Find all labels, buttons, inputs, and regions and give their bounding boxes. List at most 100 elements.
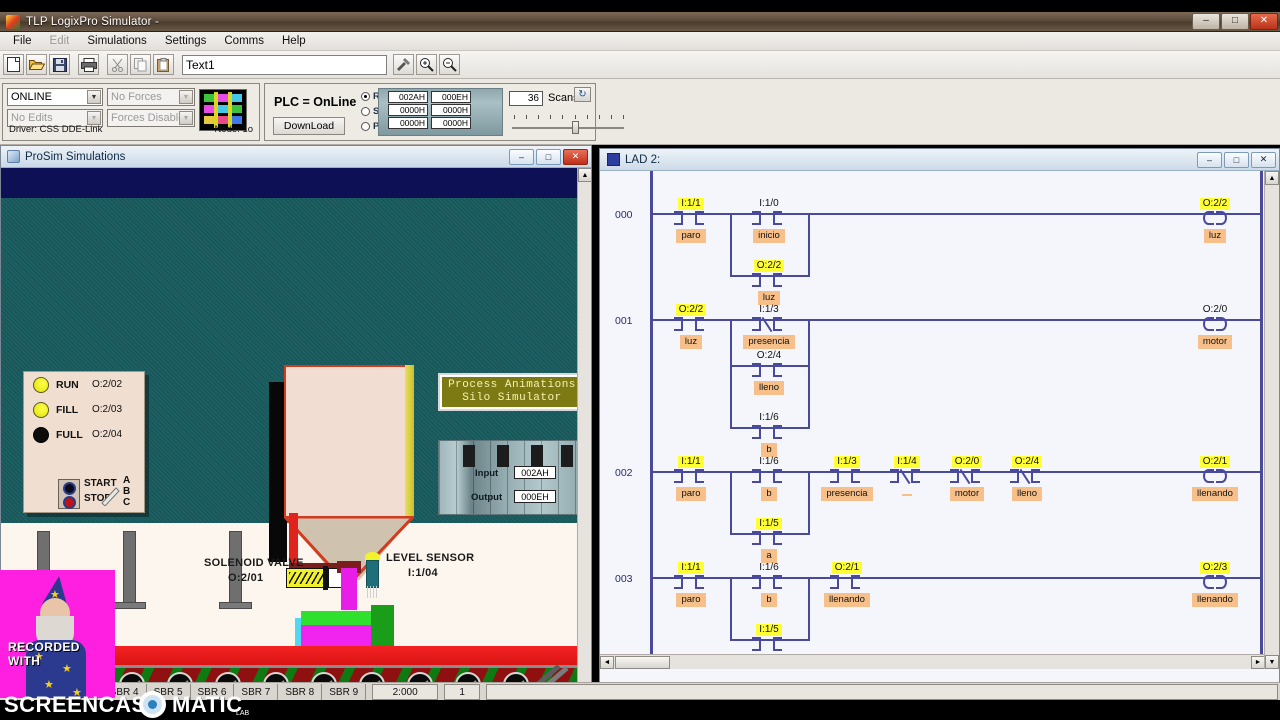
run-lamp-label: RUN xyxy=(56,378,79,391)
zoom-out-icon[interactable] xyxy=(439,54,460,75)
contact-element[interactable]: I:1/6 b xyxy=(740,557,798,607)
contact-element[interactable]: O:2/0 motor xyxy=(938,451,996,501)
xic-contact-icon xyxy=(662,211,720,225)
scroll-left-icon[interactable]: ◄ xyxy=(600,655,614,669)
new-file-icon[interactable] xyxy=(3,54,24,75)
contact-element[interactable]: I:1/4 xyxy=(878,451,936,501)
minimize-button[interactable]: – xyxy=(1192,12,1220,30)
process-animations-plaque: Process Animations Silo Simulator xyxy=(438,373,579,411)
selector-switch[interactable] xyxy=(100,484,122,507)
contact-comment xyxy=(902,494,912,496)
coil-tag: O:2/2 xyxy=(1199,198,1231,210)
save-icon[interactable] xyxy=(49,54,70,75)
ladder-close-button[interactable]: ✕ xyxy=(1251,151,1276,168)
text-label-input[interactable] xyxy=(182,54,387,75)
ladder-rung: 002 I:1/1 paro I:1/6 b I:1/5 a I:1/3 pre… xyxy=(600,429,1265,563)
prosim-minimize-button[interactable]: – xyxy=(509,148,534,165)
contact-element[interactable]: O:2/4 lleno xyxy=(740,345,798,395)
ladder-titlebar: LAD 2: – □ ✕ xyxy=(600,149,1279,171)
prosim-close-button[interactable]: ✕ xyxy=(563,148,588,165)
print-icon[interactable] xyxy=(78,54,99,75)
menu-file[interactable]: File xyxy=(4,33,41,49)
contact-element[interactable]: O:2/4 lleno xyxy=(998,451,1056,501)
zoom-in-icon[interactable] xyxy=(416,54,437,75)
copy-icon[interactable] xyxy=(130,54,151,75)
xic-contact-icon xyxy=(740,363,798,377)
mode-select[interactable]: ONLINE ▼ xyxy=(7,88,103,106)
open-folder-icon[interactable] xyxy=(26,54,47,75)
ladder-canvas: 000 I:1/1 paro I:1/0 inicio O:2/2 luz O:… xyxy=(600,171,1265,669)
menubar: File Edit Simulations Settings Comms Hel… xyxy=(0,32,1280,51)
mode-select-value: ONLINE xyxy=(11,91,52,103)
contact-tag: I:1/6 xyxy=(759,412,779,423)
contact-element[interactable]: I:1/3 presencia xyxy=(740,299,798,349)
contact-tag: O:2/4 xyxy=(1011,456,1043,468)
radio-pgm-icon xyxy=(361,122,370,131)
maximize-button[interactable]: □ xyxy=(1221,12,1249,30)
contact-element[interactable]: I:1/1 paro xyxy=(662,193,720,243)
plc-register-readout: 002AH 000EH 0000H 0000H 0000H 0000H xyxy=(388,91,474,130)
contact-element[interactable]: I:1/1 paro xyxy=(662,451,720,501)
refresh-icon[interactable]: ↻ xyxy=(574,87,591,102)
paste-icon[interactable] xyxy=(153,54,174,75)
contact-element[interactable]: I:1/3 presencia xyxy=(818,451,876,501)
prosim-window-icon xyxy=(7,150,20,163)
start-pushbutton[interactable] xyxy=(62,481,76,495)
scroll-down-icon[interactable]: ▼ xyxy=(1265,655,1279,669)
coil-element[interactable]: O:2/3 llenando xyxy=(1186,557,1244,607)
stop-pushbutton[interactable] xyxy=(62,496,76,509)
contact-element[interactable]: O:2/2 luz xyxy=(662,299,720,349)
contact-tag: I:1/0 xyxy=(759,198,779,209)
menu-simulations[interactable]: Simulations xyxy=(78,33,155,49)
product-stream xyxy=(341,568,357,610)
close-button[interactable]: ✕ xyxy=(1250,12,1278,30)
contact-element[interactable]: I:1/0 inicio xyxy=(740,193,798,243)
contact-element[interactable]: O:2/1 llenando xyxy=(818,557,876,607)
radio-step-icon xyxy=(361,107,370,116)
ote-coil-icon xyxy=(1186,211,1244,225)
scroll-up-icon[interactable]: ▲ xyxy=(1265,171,1279,185)
menu-settings[interactable]: Settings xyxy=(156,33,216,49)
download-button[interactable]: DownLoad xyxy=(273,117,345,135)
menu-comms[interactable]: Comms xyxy=(215,33,273,49)
hscroll-thumb[interactable] xyxy=(615,655,670,669)
xic-contact-icon xyxy=(662,575,720,589)
cut-icon[interactable] xyxy=(107,54,128,75)
register-cell: 002AH xyxy=(388,91,428,103)
ladder-horizontal-scrollbar[interactable]: ◄ ► xyxy=(600,654,1265,669)
ladder-vertical-scrollbar[interactable]: ▲ ▼ xyxy=(1264,171,1279,669)
contact-comment: paro xyxy=(676,593,706,607)
xio-contact-icon xyxy=(740,316,798,333)
chevron-down-icon: ▼ xyxy=(179,90,193,104)
ladder-maximize-button[interactable]: □ xyxy=(1224,151,1249,168)
coil-element[interactable]: O:2/1 llenando xyxy=(1186,451,1244,501)
scroll-right-icon[interactable]: ► xyxy=(1251,655,1265,669)
xic-contact-icon xyxy=(662,469,720,483)
coil-comment: llenando xyxy=(1192,487,1238,501)
contact-element[interactable]: I:1/6 b xyxy=(740,451,798,501)
xic-contact-icon xyxy=(818,575,876,589)
operator-control-panel: RUN O:2/02 FILL O:2/03 FULL O:2/04 START… xyxy=(23,371,145,513)
coil-element[interactable]: O:2/0 motor xyxy=(1186,299,1244,349)
slider-knob[interactable] xyxy=(572,121,579,134)
coil-element[interactable]: O:2/2 luz xyxy=(1186,193,1244,243)
plc-rack-thumbnail: 002AH 000EH 0000H 0000H 0000H 0000H xyxy=(378,88,503,136)
contact-element[interactable]: I:1/1 paro xyxy=(662,557,720,607)
branch-left-vertical xyxy=(730,471,732,535)
prosim-vertical-scrollbar[interactable]: ▲ ▼ xyxy=(577,168,592,698)
prosim-maximize-button[interactable]: □ xyxy=(536,148,561,165)
scan-rate-slider[interactable] xyxy=(510,115,630,135)
forces-select[interactable]: No Forces ▼ xyxy=(107,88,195,106)
ladder-minimize-button[interactable]: – xyxy=(1197,151,1222,168)
rung-number: 002 xyxy=(615,467,633,479)
menu-help[interactable]: Help xyxy=(273,33,315,49)
scroll-up-icon[interactable]: ▲ xyxy=(578,168,592,182)
menu-edit[interactable]: Edit xyxy=(41,33,79,49)
xio-contact-icon xyxy=(998,468,1056,485)
prosim-window-controls: – □ ✕ xyxy=(507,148,591,165)
coil-tag: O:2/3 xyxy=(1199,562,1231,574)
tools-icon[interactable] xyxy=(393,54,414,75)
fill-lamp-address: O:2/03 xyxy=(92,404,123,415)
forces-state-select[interactable]: Forces Disabled ▼ xyxy=(107,109,195,127)
support-leg-foot xyxy=(113,602,146,609)
